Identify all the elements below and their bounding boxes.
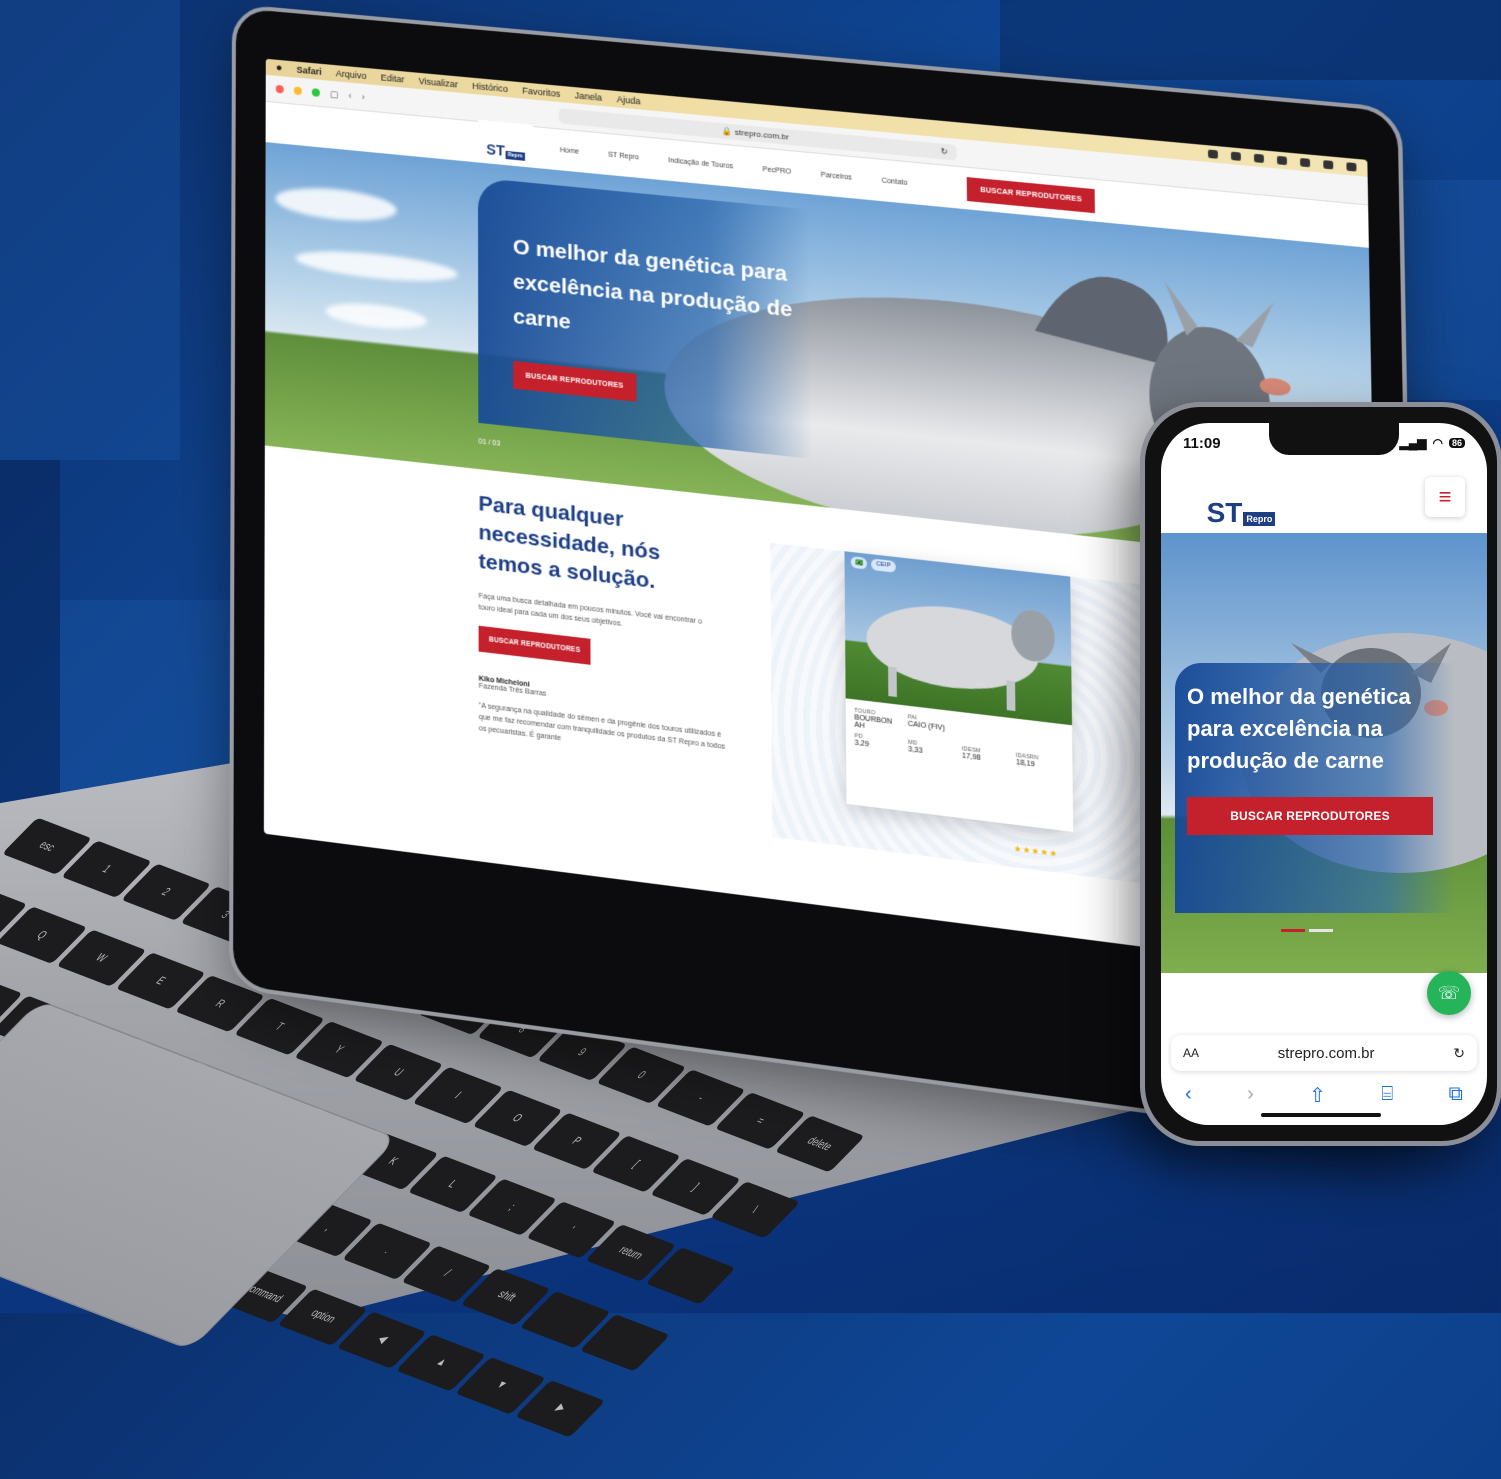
wifi-icon[interactable] <box>1300 157 1311 168</box>
section-cta-button[interactable]: BUSCAR REPRODUTORES <box>478 625 591 665</box>
whatsapp-icon[interactable]: ☏ <box>1427 971 1471 1015</box>
menubar-item[interactable]: Favoritos <box>522 85 560 99</box>
phone-screen: 11:09 ▂▄▆ ◠ 86 ST Repro ≡ O melhor da genét… <box>1161 423 1487 1125</box>
stat-value: BOURBON AH <box>854 714 893 731</box>
phone-browser-toolbar: ‹ › ⇧ ⌸ ⧉ <box>1171 1083 1477 1108</box>
menubar-item[interactable]: Ajuda <box>617 94 641 106</box>
phone-hero-cta-button[interactable]: BUSCAR REPRODUTORES <box>1187 797 1433 835</box>
phone-slide-indicator[interactable] <box>1281 929 1333 932</box>
hero-card: O melhor da genética para excelência na … <box>477 177 812 459</box>
stat-value: 18,19 <box>1015 758 1036 769</box>
cloud <box>275 183 397 226</box>
home-indicator <box>1261 1113 1381 1117</box>
slide-indicator[interactable]: 01 / 03 <box>478 438 500 448</box>
phone-notch <box>1269 423 1399 455</box>
bluetooth-icon[interactable] <box>1253 153 1264 164</box>
headphones-icon[interactable] <box>1276 155 1288 166</box>
logo-mark: ST <box>1206 497 1243 528</box>
back-icon[interactable]: ‹ <box>1185 1083 1192 1108</box>
menubar-item[interactable]: Editar <box>381 72 405 84</box>
close-window-button[interactable] <box>275 84 284 94</box>
sync-icon[interactable] <box>1230 151 1241 161</box>
section-title: Para qualquer necessidade, nós temos a s… <box>478 491 661 594</box>
signal-icon: ▂▄▆ <box>1399 436 1427 450</box>
background-block <box>1000 0 1501 80</box>
forward-icon[interactable]: › <box>1247 1083 1254 1108</box>
cloud <box>325 299 428 333</box>
reload-icon[interactable]: ↻ <box>941 146 948 156</box>
hero-cta-button[interactable]: BUSCAR REPRODUTORES <box>513 360 637 402</box>
logo-sub: Repro <box>506 151 525 161</box>
nav-st-repro[interactable]: ST Repro <box>608 151 639 161</box>
search-icon[interactable] <box>1323 160 1334 170</box>
hero-title: O melhor da genética para excelência na … <box>512 235 793 335</box>
hamburger-menu-icon[interactable]: ≡ <box>1425 477 1465 517</box>
cloud <box>295 245 458 287</box>
phone-hero-title: O melhor da genética para excelência na … <box>1187 684 1411 773</box>
phone-time: 11:09 <box>1183 434 1221 452</box>
phone-site-header: ST Repro ≡ <box>1161 463 1487 563</box>
logo-sub: Repro <box>1243 512 1276 526</box>
stat-value: 3,29 <box>854 739 870 749</box>
nav-parceiros[interactable]: Parceiros <box>821 171 852 181</box>
reload-icon[interactable]: ↻ <box>1453 1045 1465 1062</box>
tabs-icon[interactable]: ⧉ <box>1449 1083 1463 1108</box>
menubar-item[interactable]: Histórico <box>472 81 508 94</box>
menubar-item[interactable]: Janela <box>575 90 602 103</box>
bull-card-photo: 🇧🇷 CEIP <box>844 551 1072 726</box>
text-size-button[interactable]: AA <box>1183 1046 1199 1060</box>
share-icon[interactable]: ⇧ <box>1309 1083 1326 1108</box>
lock-icon: 🔒 <box>722 125 735 137</box>
header-cta-button[interactable]: BUSCAR REPRODUTORES <box>967 176 1096 213</box>
nav-contato[interactable]: Contato <box>882 177 908 187</box>
bull-card-bull <box>866 597 1055 712</box>
nav-home[interactable]: Home <box>560 146 579 155</box>
address-text: strepro.com.br <box>734 126 789 142</box>
bookmarks-icon[interactable]: ⌸ <box>1381 1083 1393 1108</box>
battery-icon: 86 <box>1448 438 1465 448</box>
menubar-item[interactable]: Visualizar <box>419 76 458 90</box>
stat-value: CAIO (FIV) <box>907 720 946 733</box>
slide-dot-active[interactable] <box>1281 929 1305 932</box>
apple-icon[interactable]: ● <box>276 62 283 75</box>
phone-hero-banner: O melhor da genética para excelência na … <box>1161 533 1487 973</box>
smartphone: 11:09 ▂▄▆ ◠ 86 ST Repro ≡ O melhor da genét… <box>1140 402 1501 1146</box>
cloud-icon[interactable] <box>1208 149 1218 159</box>
background-block <box>0 0 180 460</box>
bull-card[interactable]: 🇧🇷 CEIP TOURO BOURBON AH PAI CAIO (FIV) PD 3… <box>844 551 1074 832</box>
wifi-icon: ◠ <box>1432 436 1443 450</box>
stat-value: 3,33 <box>908 745 923 756</box>
forward-icon[interactable]: › <box>362 92 365 102</box>
zoom-window-button[interactable] <box>311 88 320 97</box>
phone-address-text: strepro.com.br <box>1277 1044 1375 1062</box>
phone-hero-card: O melhor da genética para excelência na … <box>1175 663 1455 913</box>
logo-mark: ST <box>486 140 505 159</box>
menubar-item[interactable]: Arquivo <box>336 68 367 81</box>
control-center-icon[interactable] <box>1346 162 1357 172</box>
nav-pecpro[interactable]: PecPRO <box>763 166 792 176</box>
sidebar-icon[interactable]: ▢ <box>330 88 339 100</box>
slide-dot[interactable] <box>1309 929 1333 932</box>
stat-value: 17,98 <box>961 752 981 763</box>
menubar-app[interactable]: Safari <box>296 65 321 77</box>
back-icon[interactable]: ‹ <box>349 91 352 101</box>
testimonial: Kiko Micheloni Fazenda Três Barras "A se… <box>479 675 730 765</box>
nav-indicacao[interactable]: Indicação de Touros <box>668 157 733 170</box>
minimize-window-button[interactable] <box>293 86 302 96</box>
phone-address-bar[interactable]: AA strepro.com.br ↻ <box>1171 1035 1477 1071</box>
